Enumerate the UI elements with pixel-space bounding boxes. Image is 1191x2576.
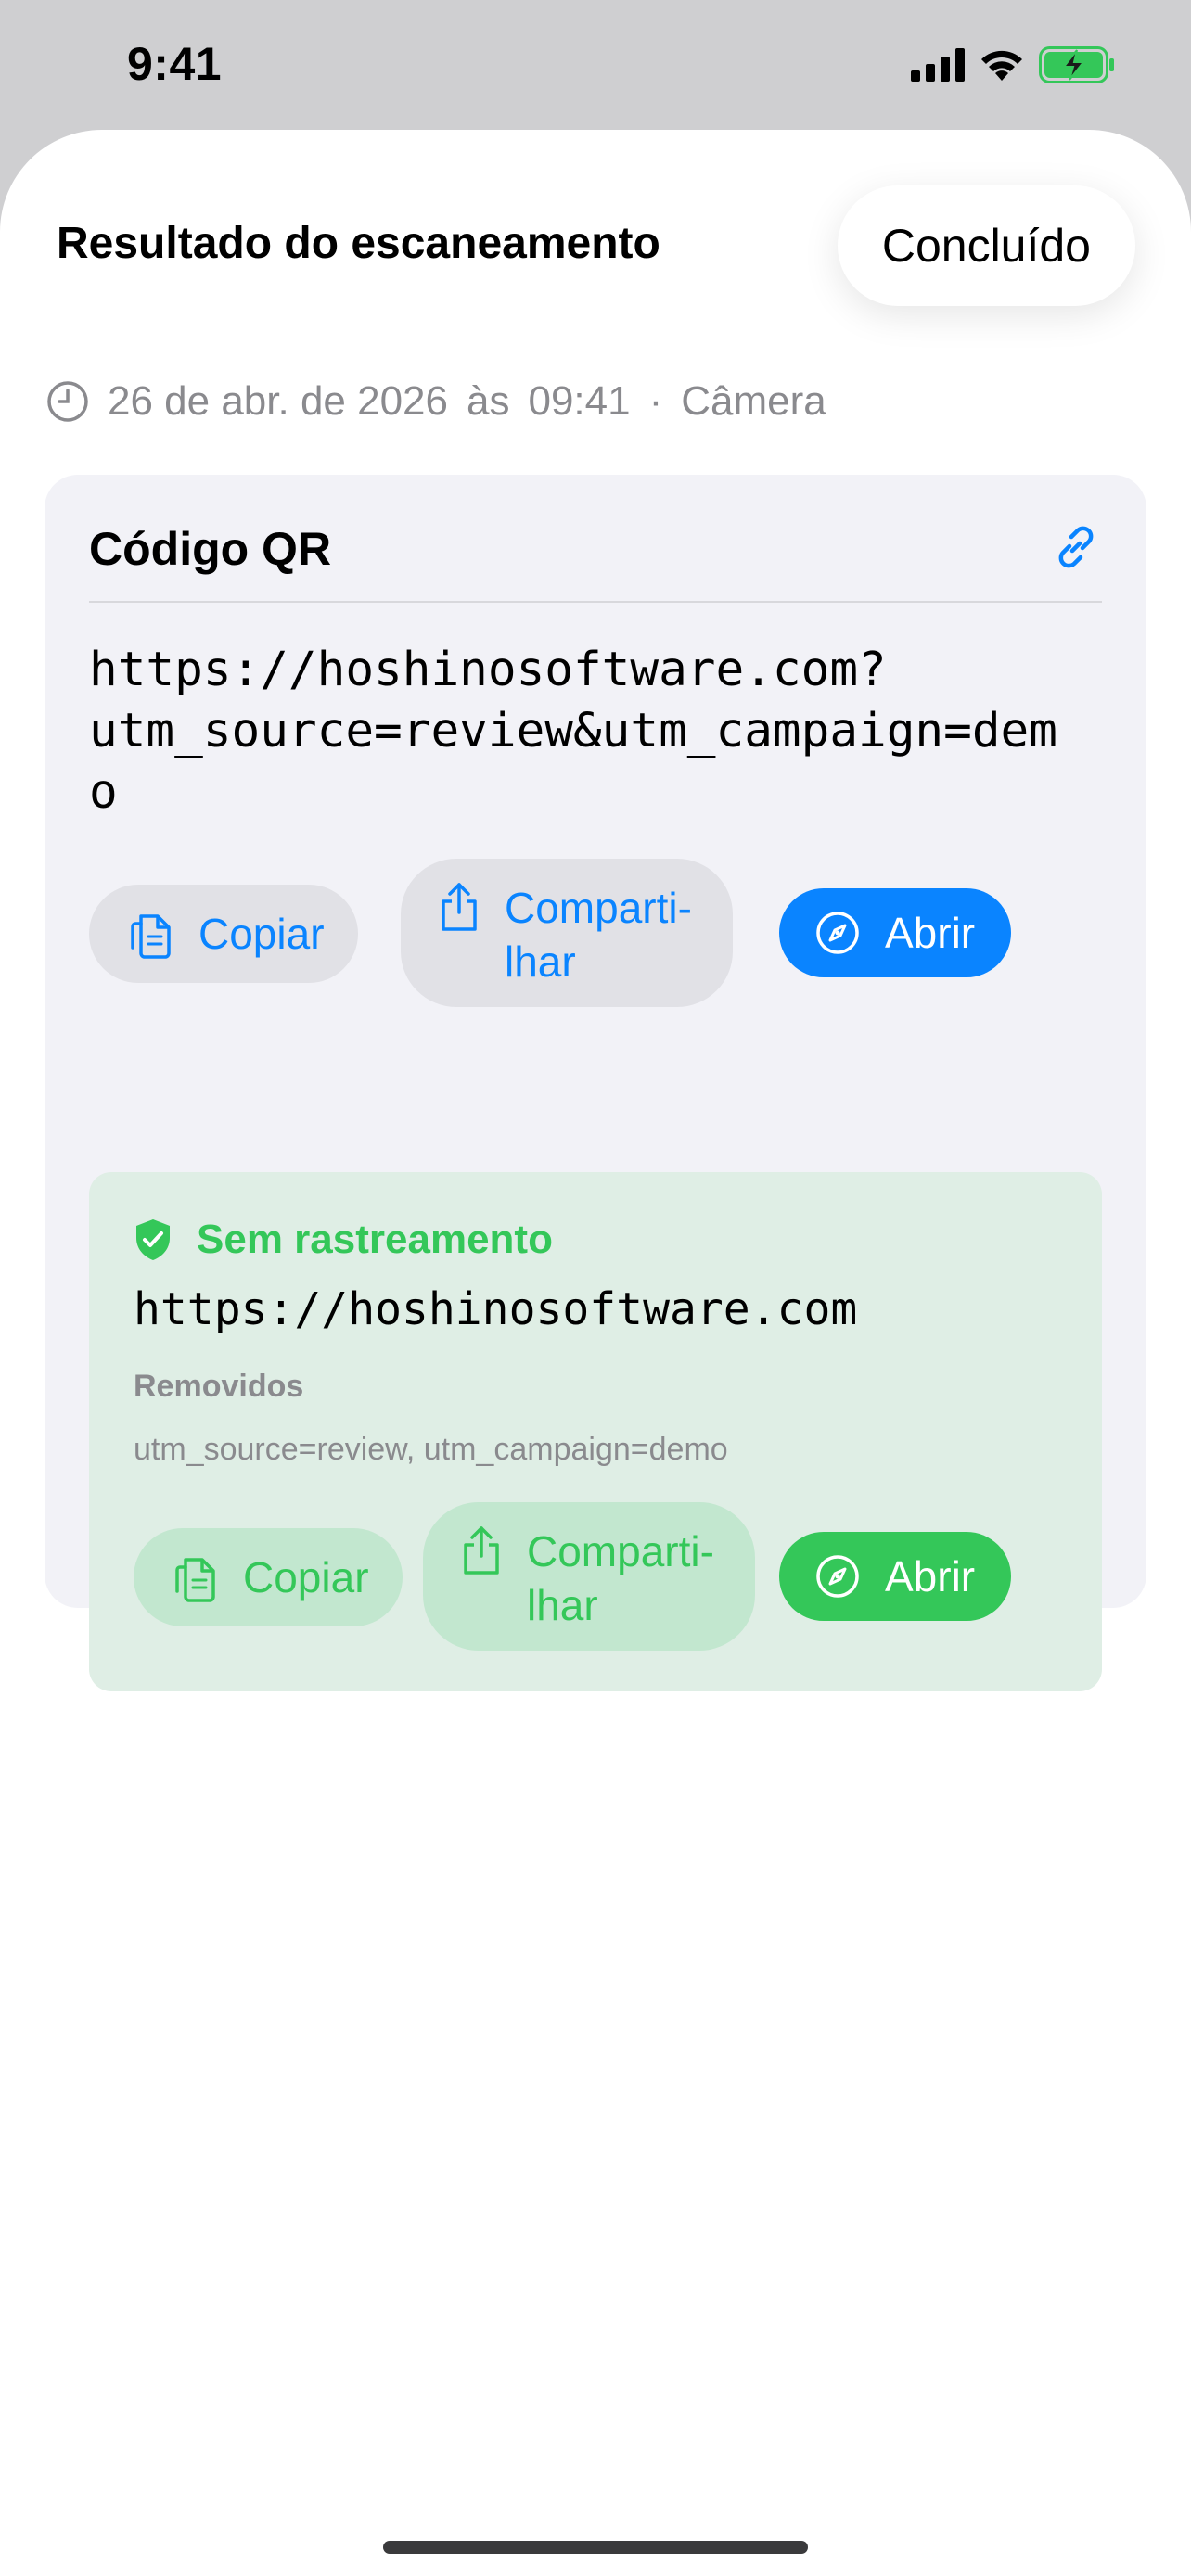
wifi-icon xyxy=(981,50,1022,81)
clean-open-button-label: Abrir xyxy=(885,1552,976,1600)
copy-icon xyxy=(131,914,171,959)
compass-icon xyxy=(816,1555,859,1598)
open-button-label: Abrir xyxy=(885,909,976,957)
clean-url[interactable]: https://hoshinosoftware.com xyxy=(134,1283,857,1335)
clean-open-button[interactable]: Abrir xyxy=(779,1532,1011,1621)
clean-copy-button-label: Copiar xyxy=(243,1553,369,1601)
scan-time: 09:41 xyxy=(528,378,631,424)
meta-separator: · xyxy=(648,378,663,424)
home-indicator[interactable] xyxy=(383,2541,808,2554)
copy-icon xyxy=(175,1558,215,1602)
done-button[interactable]: Concluído xyxy=(837,185,1135,306)
tracking-free-panel: Sem rastreamento https://hoshinosoftware… xyxy=(89,1172,1102,1691)
clean-share-button-label: Comparti- lhar xyxy=(527,1527,714,1629)
status-bar: 9:41 xyxy=(0,0,1191,130)
battery-charging-icon xyxy=(1039,46,1114,83)
clean-share-button[interactable]: Comparti- lhar xyxy=(423,1502,755,1651)
shield-check-icon xyxy=(136,1219,170,1260)
scan-date: 26 de abr. de 2026 xyxy=(108,378,448,424)
status-time: 9:41 xyxy=(127,38,223,90)
removed-label: Removidos xyxy=(134,1369,304,1404)
removed-params: utm_source=review, utm_campaign=demo xyxy=(134,1432,728,1467)
scanned-url[interactable]: https://hoshinosoftware.com? utm_source=… xyxy=(89,640,1109,823)
scan-metadata: 26 de abr. de 2026 às 09:41 · Câmera xyxy=(46,378,826,425)
share-button[interactable]: Comparti- lhar xyxy=(401,859,733,1007)
cellular-signal-icon xyxy=(911,48,965,82)
tracking-free-header: Sem rastreamento xyxy=(134,1217,553,1263)
open-button[interactable]: Abrir xyxy=(779,888,1011,977)
copy-button-label: Copiar xyxy=(198,910,325,958)
card-title: Código QR xyxy=(89,523,332,575)
clean-copy-button[interactable]: Copiar xyxy=(134,1528,403,1626)
scan-source: Câmera xyxy=(681,378,826,424)
scan-at: às xyxy=(467,378,510,424)
share-icon xyxy=(442,883,477,931)
scan-result-sheet: Resultado do escaneamento Concluído 26 d… xyxy=(0,130,1191,2576)
link-icon xyxy=(1058,526,1094,568)
status-icons xyxy=(911,46,1115,83)
qr-result-card: Código QR https://hoshinosoftware.com? u… xyxy=(45,475,1146,1691)
share-button-label: Comparti- lhar xyxy=(505,884,692,986)
sheet-title: Resultado do escaneamento xyxy=(57,219,660,268)
clock-icon xyxy=(47,381,88,422)
tracking-free-title: Sem rastreamento xyxy=(197,1217,553,1262)
share-icon xyxy=(464,1526,499,1575)
card-header: Código QR xyxy=(89,521,1102,603)
copy-button[interactable]: Copiar xyxy=(89,885,358,983)
compass-icon xyxy=(816,912,859,954)
